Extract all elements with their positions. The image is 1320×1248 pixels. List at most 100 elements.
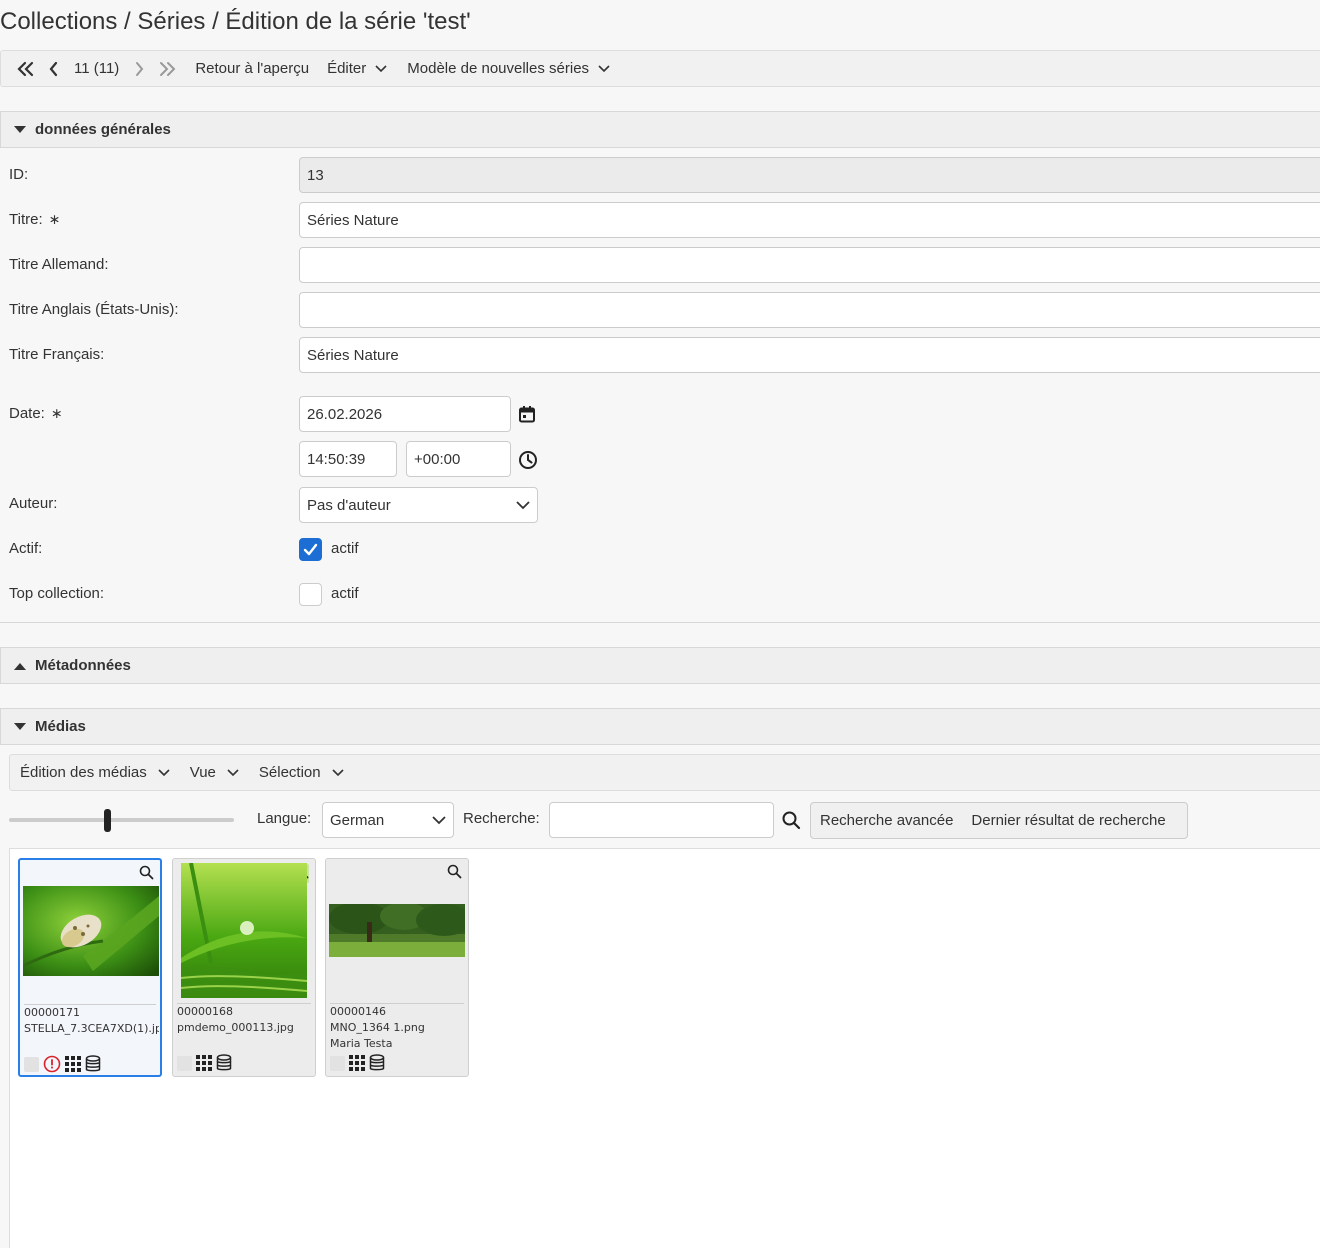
title-de-field[interactable] (299, 247, 1320, 283)
date-label-text: Date: (9, 405, 45, 422)
search-label: Recherche: (463, 810, 540, 827)
chevron-down-icon (598, 64, 610, 72)
tile-actions (24, 1055, 101, 1073)
last-search-result-button[interactable]: Dernier résultat de recherche (962, 812, 1174, 829)
author-select-value: Pas d'auteur (307, 496, 391, 514)
media-section-header[interactable]: Médias (0, 708, 1320, 745)
selection-menu[interactable]: Sélection (252, 755, 351, 790)
title-label-text: Titre: (9, 211, 43, 228)
select-checkbox[interactable] (177, 1055, 192, 1071)
media-tile[interactable]: 00000146 MNO_1364 1.png Maria Testa (325, 858, 469, 1077)
chevron-down-icon (158, 768, 170, 776)
media-id: 00000168 (177, 1005, 233, 1018)
select-checkbox[interactable] (24, 1056, 39, 1072)
media-edit-menu-label: Édition des médias (20, 764, 147, 781)
search-icon[interactable] (780, 809, 802, 831)
grid-icon[interactable] (196, 1055, 212, 1071)
calendar-icon[interactable] (517, 404, 537, 424)
id-label: ID: (9, 166, 29, 183)
caret-down-icon (14, 125, 26, 133)
title-field[interactable]: Séries Nature (299, 202, 1320, 238)
media-id: 00000146 (330, 1005, 386, 1018)
top-collection-label: Top collection: (9, 585, 105, 602)
active-checkbox[interactable] (299, 538, 322, 561)
back-to-overview-button[interactable]: Retour à l'aperçu (188, 51, 316, 86)
record-position: 11 (11) (74, 60, 120, 77)
selection-menu-label: Sélection (258, 764, 321, 781)
media-tile[interactable]: 00000168 pmdemo_000113.jpg (172, 858, 316, 1077)
caret-up-icon (14, 662, 26, 670)
record-toolbar: 11 (11) Retour à l'aperçu Éditer Modèle … (0, 50, 1320, 87)
chevron-left-icon (49, 61, 58, 76)
caret-down-icon (14, 722, 26, 730)
first-record-button[interactable] (9, 51, 41, 86)
title-label: Titre: ∗ (9, 211, 60, 228)
top-collection-checkbox[interactable] (299, 583, 322, 606)
media-filename: MNO_1364 1.png (330, 1021, 425, 1034)
zoom-icon[interactable] (447, 864, 462, 883)
time-field[interactable]: 14:50:39 (299, 441, 397, 477)
tile-actions (177, 1054, 232, 1072)
metadata-section-title: Métadonnées (35, 657, 131, 674)
checkmark-icon (303, 543, 318, 556)
title-fr-label: Titre Français: (9, 346, 105, 363)
top-collection-checkbox-label: actif (331, 585, 359, 602)
active-checkbox-label: actif (331, 540, 359, 557)
chevron-down-icon (516, 500, 530, 509)
date-field[interactable]: 26.02.2026 (299, 396, 511, 432)
grid-icon[interactable] (349, 1055, 365, 1071)
language-select[interactable]: German (322, 802, 454, 838)
grid-icon[interactable] (65, 1056, 81, 1072)
media-section-title: Médias (35, 718, 86, 735)
select-checkbox[interactable] (330, 1055, 345, 1071)
media-filename: STELLA_7.3CEA7XD(1).jpg (24, 1022, 159, 1035)
metadata-section-header[interactable]: Métadonnées (0, 647, 1320, 684)
id-field: 13 (299, 157, 1320, 193)
chevron-down-icon (227, 768, 239, 776)
media-thumbnail (23, 886, 159, 976)
page-title: Collections / Séries / Édition de la sér… (0, 8, 471, 35)
author-select[interactable]: Pas d'auteur (299, 487, 538, 523)
media-thumbnail (181, 863, 307, 998)
active-label: Actif: (9, 540, 43, 557)
zoom-icon[interactable] (139, 865, 154, 884)
template-menu[interactable]: Modèle de nouvelles séries (400, 51, 617, 86)
title-en-field[interactable] (299, 292, 1320, 328)
tile-divider (177, 1003, 311, 1004)
warning-icon[interactable] (43, 1055, 61, 1073)
next-record-button[interactable] (126, 51, 152, 86)
title-fr-field[interactable]: Séries Nature (299, 337, 1320, 373)
double-chevron-right-icon (160, 61, 176, 76)
required-mark: ∗ (48, 211, 61, 227)
title-en-label: Titre Anglais (États-Unis): (9, 301, 179, 318)
media-tile[interactable]: 00000171 STELLA_7.3CEA7XD(1).jpg (18, 858, 162, 1077)
view-menu[interactable]: Vue (183, 755, 246, 790)
language-select-value: German (330, 811, 385, 829)
database-icon[interactable] (369, 1054, 385, 1072)
general-section-header[interactable]: données générales (0, 111, 1320, 148)
advanced-search-button[interactable]: Recherche avancée (811, 812, 962, 829)
slider-handle[interactable] (104, 809, 111, 832)
media-filename: pmdemo_000113.jpg (177, 1021, 294, 1034)
media-toolbar: Édition des médias Vue Sélection (9, 754, 1320, 791)
author-label: Auteur: (9, 495, 58, 512)
database-icon[interactable] (216, 1054, 232, 1072)
tile-divider (330, 1003, 464, 1004)
search-input[interactable] (549, 802, 774, 838)
edit-menu[interactable]: Éditer (320, 51, 394, 86)
chevron-down-icon (332, 768, 344, 776)
timezone-field[interactable]: +00:00 (406, 441, 511, 477)
double-chevron-left-icon (17, 61, 34, 76)
edit-menu-label: Éditer (327, 60, 367, 77)
general-section-title: données générales (35, 121, 171, 138)
previous-record-button[interactable] (41, 51, 67, 86)
template-menu-label: Modèle de nouvelles séries (407, 60, 590, 77)
database-icon[interactable] (85, 1055, 101, 1073)
required-mark: ∗ (50, 405, 63, 421)
last-record-button[interactable] (152, 51, 184, 86)
clock-icon[interactable] (517, 449, 539, 471)
media-author: Maria Testa (330, 1037, 393, 1050)
thumbnail-size-slider[interactable] (9, 818, 234, 822)
title-de-label: Titre Allemand: (9, 256, 109, 273)
media-edit-menu[interactable]: Édition des médias (13, 755, 177, 790)
